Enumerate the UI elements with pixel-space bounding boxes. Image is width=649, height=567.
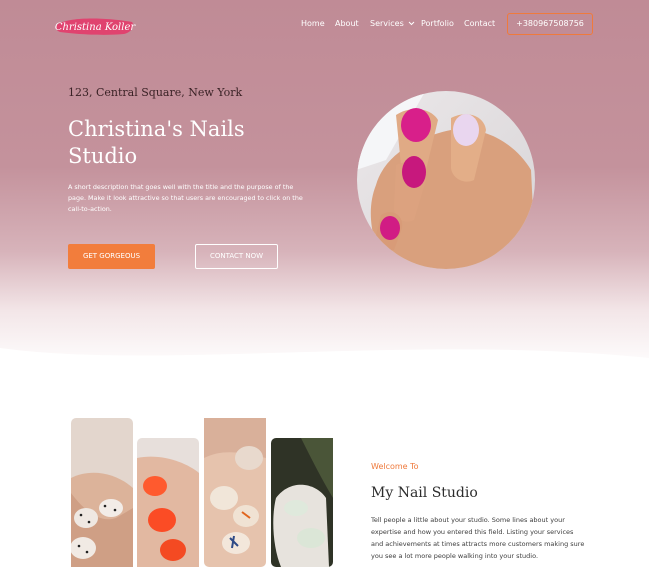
phone-button[interactable]: +380967508756 [507, 13, 593, 35]
logo-text: Christina Koller [55, 22, 137, 33]
nav-contact[interactable]: Contact [464, 19, 495, 28]
contact-now-button[interactable]: CONTACT NOW [195, 244, 278, 269]
hero-description: A short description that goes well with … [68, 183, 303, 213]
studio-heading: My Nail Studio [371, 485, 478, 501]
nav-portfolio[interactable]: Portfolio [421, 19, 454, 28]
nav-services[interactable]: Services [370, 19, 415, 28]
gallery-photo-3 [204, 418, 266, 567]
nav-home[interactable]: Home [301, 19, 325, 28]
page-title: Christina's Nails Studio [68, 117, 245, 168]
gallery-photo-2 [137, 438, 199, 567]
gallery-photo-4 [271, 438, 333, 567]
nav-services-label: Services [370, 19, 404, 28]
get-gorgeous-button[interactable]: GET GORGEOUS [68, 244, 155, 269]
gallery-photo-1 [71, 418, 133, 567]
hero-nails-photo [357, 91, 535, 269]
chevron-down-icon [408, 21, 415, 26]
studio-address: 123, Central Square, New York [68, 86, 243, 99]
nav-about[interactable]: About [335, 19, 359, 28]
brand-logo[interactable]: Christina Koller [52, 12, 138, 40]
hero-wave-divider [0, 348, 649, 378]
about-text: Tell people a little about your studio. … [371, 516, 585, 560]
welcome-kicker: Welcome To [371, 462, 419, 471]
